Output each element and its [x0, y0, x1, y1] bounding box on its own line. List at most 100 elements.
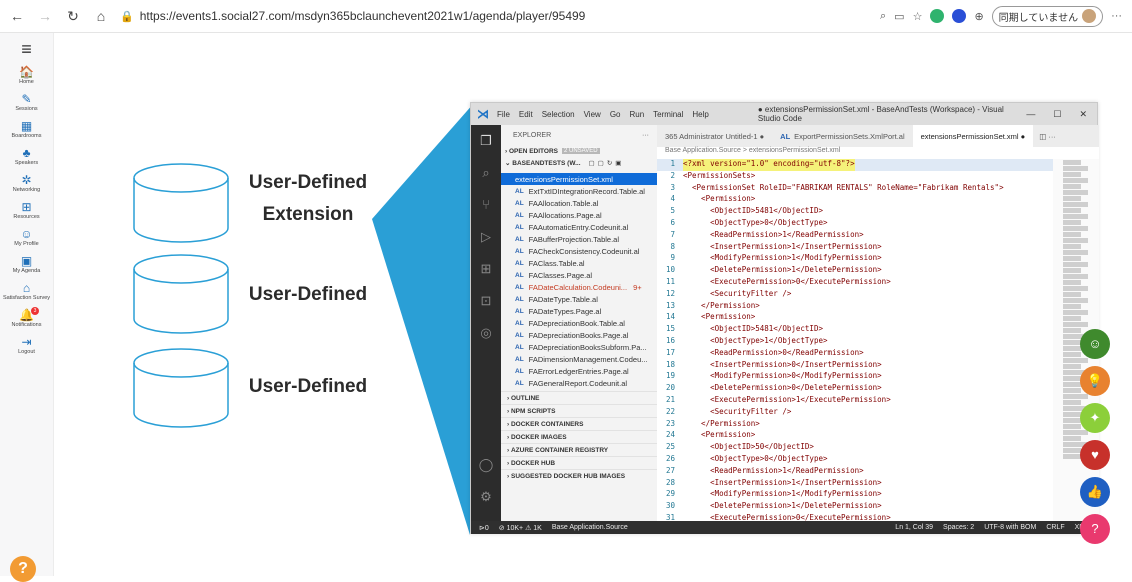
- reaction-like-button[interactable]: 👍: [1080, 477, 1110, 507]
- nav-item-notifications[interactable]: 🔔 Notifications 3: [0, 307, 53, 331]
- explorer-more-icon[interactable]: ···: [642, 132, 649, 139]
- nav-item-label: My Profile: [14, 241, 39, 247]
- menu-edit[interactable]: Edit: [519, 110, 533, 119]
- section-npm-scripts[interactable]: › NPM SCRIPTS: [501, 404, 657, 417]
- nav-item-my-profile[interactable]: ☺ My Profile: [0, 228, 53, 250]
- home-icon[interactable]: ⌂: [90, 5, 112, 27]
- file-item[interactable]: AL FAAllocation.Table.al: [501, 197, 657, 209]
- back-icon[interactable]: ←: [6, 5, 28, 27]
- line-number: 28: [665, 477, 675, 487]
- zoom-icon[interactable]: ⌕: [880, 10, 886, 23]
- extensions-icon[interactable]: ⊞: [471, 253, 501, 285]
- nav-item-sessions[interactable]: ✎ Sessions: [0, 93, 53, 115]
- help-button[interactable]: ?: [10, 556, 36, 582]
- file-item[interactable]: AL FADateType.Table.al: [501, 293, 657, 305]
- code-line: 4 <Permission>: [657, 194, 1053, 206]
- workspace-section[interactable]: ⌄ BASEANDTESTS (W... ▢▢↻▣: [501, 157, 657, 169]
- settings-gear-icon[interactable]: ⚙: [471, 481, 501, 513]
- nav-item-networking[interactable]: ✲ Networking: [0, 174, 53, 196]
- reaction-bulb-button[interactable]: 💡: [1080, 366, 1110, 396]
- menu-run[interactable]: Run: [629, 110, 644, 119]
- file-item[interactable]: AL FAClasses.Page.al: [501, 269, 657, 281]
- status-item[interactable]: CRLF: [1046, 524, 1064, 531]
- account-icon[interactable]: ◯: [471, 449, 501, 481]
- extension-green-icon[interactable]: [930, 9, 945, 23]
- extension-blue-icon[interactable]: [952, 9, 967, 23]
- nav-item-resources[interactable]: ⊞ Resources: [0, 201, 53, 223]
- workspace-actions-icon[interactable]: ▢▢↻▣: [589, 159, 625, 167]
- file-item[interactable]: extensionsPermissionSet.xml: [501, 173, 657, 185]
- file-item[interactable]: AL FADateTypes.Page.al: [501, 305, 657, 317]
- maximize-icon[interactable]: ☐: [1053, 109, 1061, 120]
- section-suggested-docker-hub-images[interactable]: › SUGGESTED DOCKER HUB IMAGES: [501, 469, 657, 482]
- status-item[interactable]: Spaces: 2: [943, 524, 974, 531]
- file-item[interactable]: AL FADepreciationBook.Table.al: [501, 317, 657, 329]
- menu-selection[interactable]: Selection: [542, 110, 575, 119]
- forward-icon[interactable]: →: [34, 5, 56, 27]
- menu-terminal[interactable]: Terminal: [653, 110, 683, 119]
- file-item[interactable]: AL FACheckConsistency.Codeunit.al: [501, 245, 657, 257]
- reader-icon[interactable]: ▭: [894, 10, 904, 23]
- remote-status-icon[interactable]: ⊳0: [479, 524, 489, 532]
- line-number: 31: [665, 512, 675, 521]
- search-icon[interactable]: ⌕: [471, 157, 501, 189]
- file-item[interactable]: AL FABufferProjection.Table.al: [501, 233, 657, 245]
- more-icon[interactable]: ···: [1111, 10, 1122, 22]
- menu-help[interactable]: Help: [692, 110, 708, 119]
- split-editor-icon[interactable]: ◫ ···: [1039, 132, 1056, 141]
- status-item[interactable]: UTF-8 with BOM: [984, 524, 1036, 531]
- status-item[interactable]: ⊘ 10K+ ⚠ 1K: [499, 524, 542, 532]
- file-item[interactable]: AL FAGeneralReport.Codeunit.al: [501, 377, 657, 389]
- file-item[interactable]: AL FAAutomaticEntry.Codeunit.al: [501, 221, 657, 233]
- code-text: <DeletePermission>1</DeletePermission>: [683, 501, 882, 511]
- editor-tab[interactable]: extensionsPermissionSet.xml ●: [912, 125, 1034, 147]
- reaction-celebrate-button[interactable]: ✦: [1080, 403, 1110, 433]
- explorer-icon[interactable]: ❐: [471, 125, 501, 157]
- nav-item-home[interactable]: 🏠 Home: [0, 66, 53, 88]
- status-item[interactable]: Ln 1, Col 39: [895, 524, 933, 531]
- line-number: 6: [670, 217, 675, 227]
- section-docker-containers[interactable]: › DOCKER CONTAINERS: [501, 417, 657, 430]
- section-azure-container-registry[interactable]: › AZURE CONTAINER REGISTRY: [501, 443, 657, 456]
- editor-tab[interactable]: AL ExportPermissionSets.XmlPort.al: [772, 125, 912, 147]
- nav-item-boardrooms[interactable]: ▦ Boardrooms: [0, 120, 53, 142]
- file-item[interactable]: AL FADateCalculation.Codeuni... 9+: [501, 281, 657, 293]
- open-editors-section[interactable]: › OPEN EDITORS 2 UNSAVED: [501, 145, 657, 157]
- hamburger-menu-icon[interactable]: ≡: [0, 39, 53, 61]
- reaction-heart-button[interactable]: ♥: [1080, 440, 1110, 470]
- address-bar[interactable]: 🔒 https://events1.social27.com/msdyn365b…: [120, 4, 740, 28]
- menu-view[interactable]: View: [584, 110, 601, 119]
- menu-go[interactable]: Go: [610, 110, 621, 119]
- profile-button[interactable]: 同期していません: [991, 5, 1104, 27]
- file-item[interactable]: AL ExtTxtIDIntegrationRecord.Table.al: [501, 185, 657, 197]
- file-item[interactable]: AL FAErrorLedgerEntries.Page.al: [501, 365, 657, 377]
- file-item[interactable]: AL FAAllocations.Page.al: [501, 209, 657, 221]
- favorite-icon[interactable]: ☆: [913, 10, 923, 23]
- file-item[interactable]: AL FADepreciationBooksSubform.Pa...: [501, 341, 657, 353]
- minimize-icon[interactable]: —: [1026, 109, 1035, 120]
- file-item[interactable]: AL FAClass.Table.al: [501, 257, 657, 269]
- code-editor[interactable]: 1 <?xml version="1.0" encoding="utf-8"?> 2…: [657, 159, 1053, 521]
- section-docker-hub[interactable]: › DOCKER HUB: [501, 456, 657, 469]
- browser-toolbar: ← → ↻ ⌂ 🔒 https://events1.social27.com/m…: [0, 0, 1132, 33]
- reaction-question-button[interactable]: ?: [1080, 514, 1110, 544]
- menu-file[interactable]: File: [497, 110, 510, 119]
- docker-icon[interactable]: ◎: [471, 317, 501, 349]
- source-control-icon[interactable]: ⑂: [471, 189, 501, 221]
- section-outline[interactable]: › OUTLINE: [501, 391, 657, 404]
- editor-tab[interactable]: 365 Administrator Untitled-1 ●: [657, 125, 772, 147]
- remote-icon[interactable]: ⊡: [471, 285, 501, 317]
- collections-icon[interactable]: ⊕: [974, 10, 983, 23]
- reaction-smile-button[interactable]: ☺: [1080, 329, 1110, 359]
- nav-item-my-agenda[interactable]: ▣ My Agenda: [0, 255, 53, 277]
- status-item[interactable]: Base Application.Source: [552, 524, 628, 532]
- section-docker-images[interactable]: › DOCKER IMAGES: [501, 430, 657, 443]
- refresh-icon[interactable]: ↻: [62, 5, 84, 27]
- nav-item-speakers[interactable]: ♣ Speakers: [0, 147, 53, 169]
- close-icon[interactable]: ✕: [1079, 109, 1087, 120]
- nav-item-logout[interactable]: ⇥ Logout: [0, 336, 53, 358]
- nav-item-satisfaction-survey[interactable]: ⌂ Satisfaction Survey: [0, 282, 53, 304]
- run-debug-icon[interactable]: ▷: [471, 221, 501, 253]
- file-item[interactable]: AL FADimensionManagement.Codeu...: [501, 353, 657, 365]
- file-item[interactable]: AL FADepreciationBooks.Page.al: [501, 329, 657, 341]
